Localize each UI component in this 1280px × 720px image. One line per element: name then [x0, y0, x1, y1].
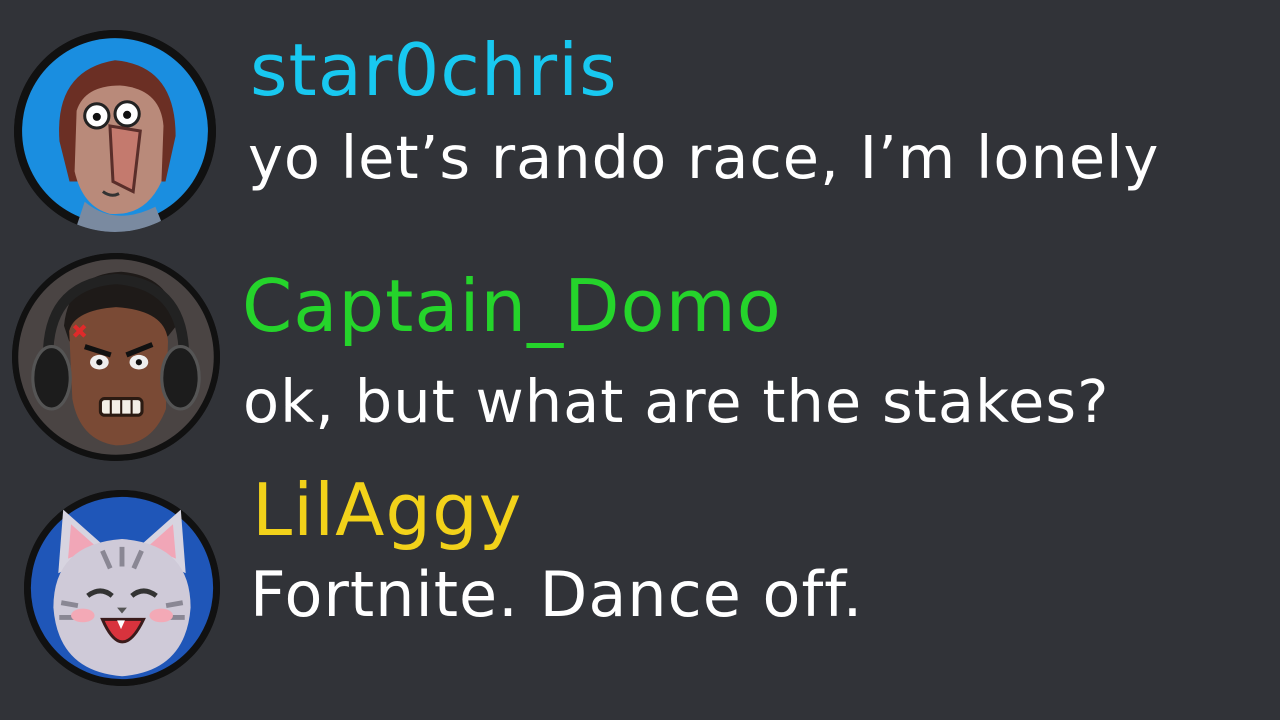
avatar-image-icon: [12, 253, 220, 461]
username[interactable]: LilAggy: [252, 474, 522, 546]
username[interactable]: Captain_Domo: [242, 270, 782, 342]
gray-cat-laughing-avatar[interactable]: [24, 490, 220, 686]
chat-messages: star0chris yo let’s rando race, I’m lone…: [0, 0, 1280, 720]
message-text: ok, but what are the stakes?: [243, 367, 1110, 436]
chat-message: LilAggy Fortnite. Dance off.: [0, 0, 1280, 686]
avatar-image-icon: [24, 490, 220, 686]
message-text: Fortnite. Dance off.: [250, 558, 864, 631]
angry-man-headphones-avatar[interactable]: [12, 253, 220, 461]
